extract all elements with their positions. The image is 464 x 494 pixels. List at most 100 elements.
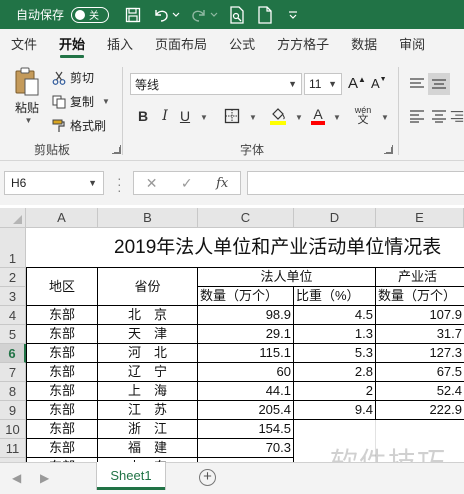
save-icon[interactable]	[123, 5, 143, 25]
cell-province[interactable]: 上 海	[98, 382, 198, 401]
worksheet-grid[interactable]: A B C D E 1 2 3 4 5 6 7 8 9 10 11 12 201…	[0, 205, 464, 462]
clipboard-launcher-icon[interactable]	[112, 145, 121, 154]
cell-region[interactable]: 东部	[26, 401, 98, 420]
tab-insert[interactable]: 插入	[96, 29, 144, 61]
cell-industry-count[interactable]: 107.9	[376, 306, 464, 325]
drag-handle-icon[interactable]: · · ·	[117, 171, 122, 197]
cell-province[interactable]: 河 北	[98, 344, 198, 363]
cell-industry-count[interactable]: 52.4	[376, 382, 464, 401]
underline-dropdown-icon[interactable]: ▼	[200, 113, 208, 122]
customize-toolbar-icon[interactable]	[283, 5, 303, 25]
cell-province[interactable]: 天 津	[98, 325, 198, 344]
cell-legal-count[interactable]: 115.1	[198, 344, 294, 363]
redo-dropdown-icon[interactable]	[209, 5, 219, 25]
cell-legal-count[interactable]: 70.3	[198, 439, 294, 458]
cell-legal-share[interactable]: 1.3	[294, 325, 376, 344]
font-name-combobox[interactable]: 等线 ▼	[130, 73, 302, 95]
cell-province[interactable]: 北 京	[98, 306, 198, 325]
underline-button[interactable]: U	[176, 105, 194, 127]
row-header-1[interactable]: 1	[0, 228, 26, 268]
grow-font-button[interactable]: A ▲	[348, 75, 366, 92]
cell-legal-share[interactable]: 9.4	[294, 401, 376, 420]
scroll-left-icon[interactable]: ◀	[12, 471, 21, 485]
font-size-combobox[interactable]: 11 ▼	[304, 73, 342, 95]
sheet-tab-sheet1[interactable]: Sheet1	[97, 462, 165, 490]
undo-icon[interactable]	[151, 5, 171, 25]
column-header-e[interactable]: E	[376, 208, 464, 228]
cell-legal-count[interactable]: 44.1	[198, 382, 294, 401]
fill-color-dropdown-icon[interactable]: ▼	[295, 113, 303, 122]
cell-legal-count[interactable]: 60	[198, 363, 294, 382]
cell-province[interactable]: 辽 宁	[98, 363, 198, 382]
cell-legal-share[interactable]: 5.3	[294, 344, 376, 363]
tab-review[interactable]: 审阅	[388, 29, 436, 61]
cell-province[interactable]: 浙 江	[98, 420, 198, 439]
cell-legal-share[interactable]	[294, 420, 376, 439]
cell-province[interactable]: 福 建	[98, 439, 198, 458]
tab-file[interactable]: 文件	[0, 29, 48, 61]
row-header-10[interactable]: 10	[0, 420, 26, 439]
column-header-b[interactable]: B	[98, 208, 198, 228]
shrink-font-button[interactable]: A ▼	[371, 76, 387, 91]
undo-dropdown-icon[interactable]	[171, 5, 181, 25]
table-title[interactable]: 2019年法人单位和产业活动单位情况表	[26, 228, 464, 268]
column-header-c[interactable]: C	[198, 208, 294, 228]
align-left-button[interactable]	[406, 105, 428, 127]
cell-region[interactable]: 东部	[26, 420, 98, 439]
header-legal-share[interactable]: 比重（%）	[294, 287, 376, 306]
cell-legal-share[interactable]: 2	[294, 382, 376, 401]
tab-page-layout[interactable]: 页面布局	[144, 29, 218, 61]
cell-industry-count[interactable]: 67.5	[376, 363, 464, 382]
header-region[interactable]: 地区	[26, 268, 98, 306]
header-province[interactable]: 省份	[98, 268, 198, 306]
cell-industry-count[interactable]: 127.3	[376, 344, 464, 363]
cell-industry-count[interactable]	[376, 420, 464, 439]
cut-button[interactable]: 剪切	[52, 69, 94, 86]
cell-legal-count[interactable]: 154.5	[198, 420, 294, 439]
phonetic-button[interactable]: wén 文	[352, 105, 374, 127]
tab-data[interactable]: 数据	[340, 29, 388, 61]
formula-input[interactable]	[247, 171, 464, 195]
print-preview-icon[interactable]	[227, 5, 247, 25]
row-header-3[interactable]: 3	[0, 287, 26, 306]
phonetic-dropdown-icon[interactable]: ▼	[381, 113, 389, 122]
new-file-icon[interactable]	[255, 5, 275, 25]
redo-icon[interactable]	[189, 5, 209, 25]
cell-region[interactable]: 东部	[26, 306, 98, 325]
row-header-7[interactable]: 7	[0, 363, 26, 382]
format-painter-button[interactable]: 格式刷	[52, 117, 106, 134]
tab-home[interactable]: 开始	[48, 29, 96, 61]
align-top-button[interactable]	[406, 73, 428, 95]
paste-button[interactable]: 粘贴 ▼	[10, 67, 44, 125]
cell-region[interactable]: 东部	[26, 344, 98, 363]
cell-legal-count[interactable]: 98.9	[198, 306, 294, 325]
cell-legal-count[interactable]: 205.4	[198, 401, 294, 420]
cell-region[interactable]: 东部	[26, 382, 98, 401]
enter-check-icon[interactable]: ✓	[181, 175, 193, 192]
cell-region[interactable]: 东部	[26, 325, 98, 344]
header-industry-units[interactable]: 产业活	[376, 268, 464, 287]
fill-color-button[interactable]	[268, 105, 288, 127]
name-box[interactable]: H6 ▼	[4, 171, 104, 195]
cell-province[interactable]: 江 苏	[98, 401, 198, 420]
autosave-toggle[interactable]: 关	[71, 6, 110, 23]
font-color-dropdown-icon[interactable]: ▼	[333, 113, 341, 122]
font-color-button[interactable]: A	[310, 105, 326, 127]
italic-button[interactable]: I	[156, 105, 174, 127]
insert-function-icon[interactable]: fx	[216, 176, 228, 191]
row-header-2[interactable]: 2	[0, 268, 26, 287]
align-middle-button[interactable]	[428, 73, 450, 95]
header-industry-count[interactable]: 数量（万个）	[376, 287, 464, 306]
tab-formulas[interactable]: 公式	[218, 29, 266, 61]
cell-legal-share[interactable]: 4.5	[294, 306, 376, 325]
borders-dropdown-icon[interactable]: ▼	[249, 113, 257, 122]
row-header-6[interactable]: 6	[0, 344, 26, 363]
font-launcher-icon[interactable]	[384, 145, 393, 154]
cell-industry-count[interactable]: 31.7	[376, 325, 464, 344]
row-header-8[interactable]: 8	[0, 382, 26, 401]
header-legal-count[interactable]: 数量（万个）	[198, 287, 294, 306]
row-header-9[interactable]: 9	[0, 401, 26, 420]
cell-legal-share[interactable]: 2.8	[294, 363, 376, 382]
cancel-icon[interactable]: ✕	[146, 175, 158, 192]
cell-region[interactable]: 东部	[26, 439, 98, 458]
